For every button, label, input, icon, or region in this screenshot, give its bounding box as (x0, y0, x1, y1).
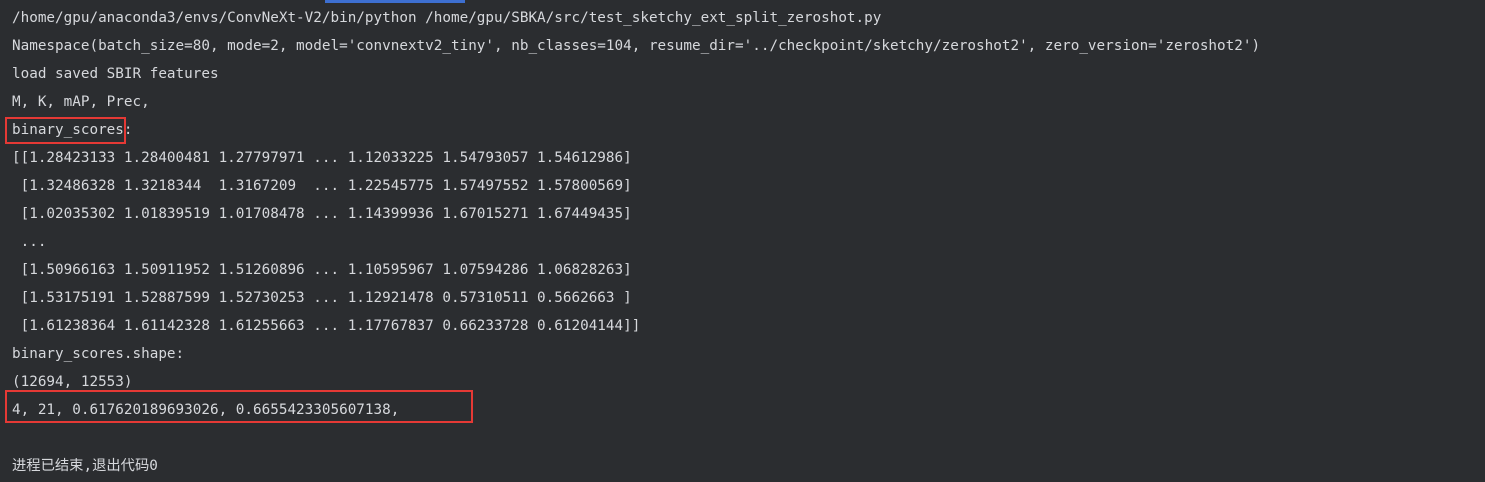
matrix-row: [[1.28423133 1.28400481 1.27797971 ... 1… (12, 150, 632, 166)
console-metrics-header: M, K, mAP, Prec, (12, 94, 150, 110)
active-tab-indicator (325, 0, 465, 3)
console-shape-value: (12694, 12553) (12, 374, 133, 390)
console-shape-label: binary_scores.shape: (12, 346, 185, 362)
console-metrics-result: 4, 21, 0.617620189693026, 0.665542330560… (12, 402, 400, 418)
run-console-output[interactable]: /home/gpu/anaconda3/envs/ConvNeXt-V2/bin… (12, 4, 1482, 482)
console-load-line: load saved SBIR features (12, 66, 219, 82)
console-namespace-line: Namespace(batch_size=80, mode=2, model='… (12, 38, 1261, 54)
matrix-row: ... (12, 234, 47, 250)
console-binary-scores-label: binary_scores: (12, 122, 133, 138)
console-command-line[interactable]: /home/gpu/anaconda3/envs/ConvNeXt-V2/bin… (12, 4, 881, 32)
matrix-row: [1.02035302 1.01839519 1.01708478 ... 1.… (12, 206, 632, 222)
matrix-row: [1.61238364 1.61142328 1.61255663 ... 1.… (12, 318, 641, 334)
matrix-row: [1.53175191 1.52887599 1.52730253 ... 1.… (12, 290, 632, 306)
console-exit-message: 进程已结束,退出代码0 (12, 458, 158, 474)
matrix-row: [1.50966163 1.50911952 1.51260896 ... 1.… (12, 262, 632, 278)
matrix-row: [1.32486328 1.3218344 1.3167209 ... 1.22… (12, 178, 632, 194)
